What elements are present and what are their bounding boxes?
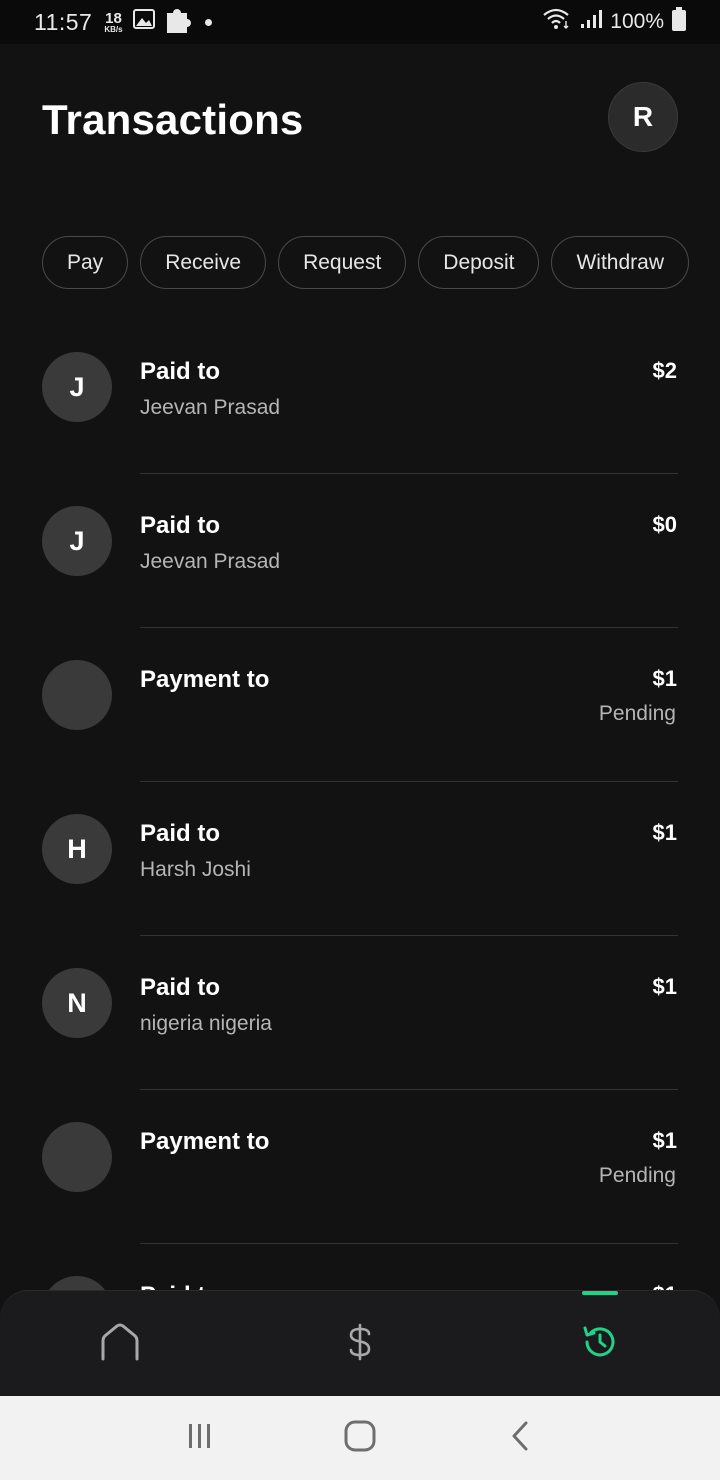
transaction-row[interactable]: H Paid to Harsh Joshi $1: [0, 782, 720, 936]
transaction-title: Payment to: [140, 1128, 270, 1155]
transaction-status: Pending: [598, 702, 676, 725]
filter-chip-deposit[interactable]: Deposit: [418, 236, 540, 289]
bottom-navigation: [0, 1290, 720, 1396]
transaction-amount: $1: [652, 666, 677, 691]
nav-payments[interactable]: [240, 1291, 480, 1397]
profile-avatar-button[interactable]: R: [608, 82, 678, 152]
filter-chip-pay[interactable]: Pay: [42, 236, 129, 289]
transaction-status: Pending: [598, 1164, 676, 1187]
contact-avatar: J: [42, 506, 112, 576]
net-speed-indicator: 18 KB/s: [104, 11, 122, 34]
transaction-recipient: Harsh Joshi: [140, 858, 251, 881]
dollar-icon: [347, 1323, 373, 1366]
system-back-button[interactable]: [490, 1408, 550, 1468]
filter-chip-request[interactable]: Request: [278, 236, 407, 289]
transaction-row[interactable]: N Paid to nigeria nigeria $1: [0, 936, 720, 1090]
transaction-recipient: nigeria nigeria: [140, 1012, 272, 1035]
transaction-amount: $1: [652, 974, 677, 999]
transactions-screen: 11:57 18 KB/s 100% Transactions R Pay Re…: [0, 0, 720, 1480]
transaction-amount: $1: [652, 820, 677, 845]
transaction-amount: $0: [652, 512, 677, 537]
wifi-icon: [542, 8, 572, 36]
transaction-recipient: Jeevan Prasad: [140, 550, 281, 573]
active-tab-indicator: [582, 1291, 618, 1295]
puzzle-icon: [165, 4, 191, 40]
transaction-title: Paid to: [140, 358, 221, 385]
transaction-title: Paid to: [140, 820, 221, 847]
transaction-list: J Paid to Jeevan Prasad $2 J Paid to Jee…: [0, 320, 720, 1398]
transaction-amount: $2: [652, 358, 677, 383]
signal-icon: [580, 9, 603, 35]
transaction-row[interactable]: Payment to $1 Pending: [0, 628, 720, 782]
filter-chip-receive[interactable]: Receive: [140, 236, 267, 289]
contact-avatar: J: [42, 352, 112, 422]
battery-icon: [672, 7, 686, 37]
page-title: Transactions: [42, 96, 304, 143]
net-speed-value: 18: [105, 9, 122, 27]
battery-percent: 100%: [610, 10, 664, 33]
contact-avatar: [42, 1122, 112, 1192]
back-icon: [510, 1420, 530, 1457]
transaction-row[interactable]: J Paid to Jeevan Prasad $2: [0, 320, 720, 474]
filter-chips: Pay Receive Request Deposit Withdraw: [42, 236, 690, 289]
system-home-button[interactable]: [330, 1408, 390, 1468]
transaction-row[interactable]: Payment to $1 Pending: [0, 1090, 720, 1244]
transaction-amount: $1: [652, 1128, 677, 1153]
recent-apps-icon: [185, 1422, 215, 1455]
history-icon: [581, 1323, 619, 1366]
home-button-icon: [344, 1420, 376, 1457]
nav-history[interactable]: [480, 1291, 720, 1397]
filter-chip-withdraw[interactable]: Withdraw: [551, 236, 690, 289]
contact-avatar: [42, 660, 112, 730]
system-navigation-bar: [0, 1396, 720, 1480]
home-icon: [100, 1323, 140, 1366]
contact-avatar: H: [42, 814, 112, 884]
transaction-title: Paid to: [140, 512, 221, 539]
net-speed-unit: KB/s: [104, 24, 123, 34]
notification-dot-icon: [204, 18, 212, 26]
transaction-title: Paid to: [140, 974, 221, 1001]
transaction-recipient: Jeevan Prasad: [140, 396, 281, 419]
image-icon: [132, 9, 155, 35]
status-bar: 11:57 18 KB/s 100%: [0, 0, 720, 44]
status-time: 11:57: [34, 8, 93, 35]
nav-home[interactable]: [0, 1291, 240, 1397]
transaction-title: Payment to: [140, 666, 270, 693]
transaction-row[interactable]: J Paid to Jeevan Prasad $0: [0, 474, 720, 628]
recent-apps-button[interactable]: [170, 1408, 230, 1468]
contact-avatar: N: [42, 968, 112, 1038]
